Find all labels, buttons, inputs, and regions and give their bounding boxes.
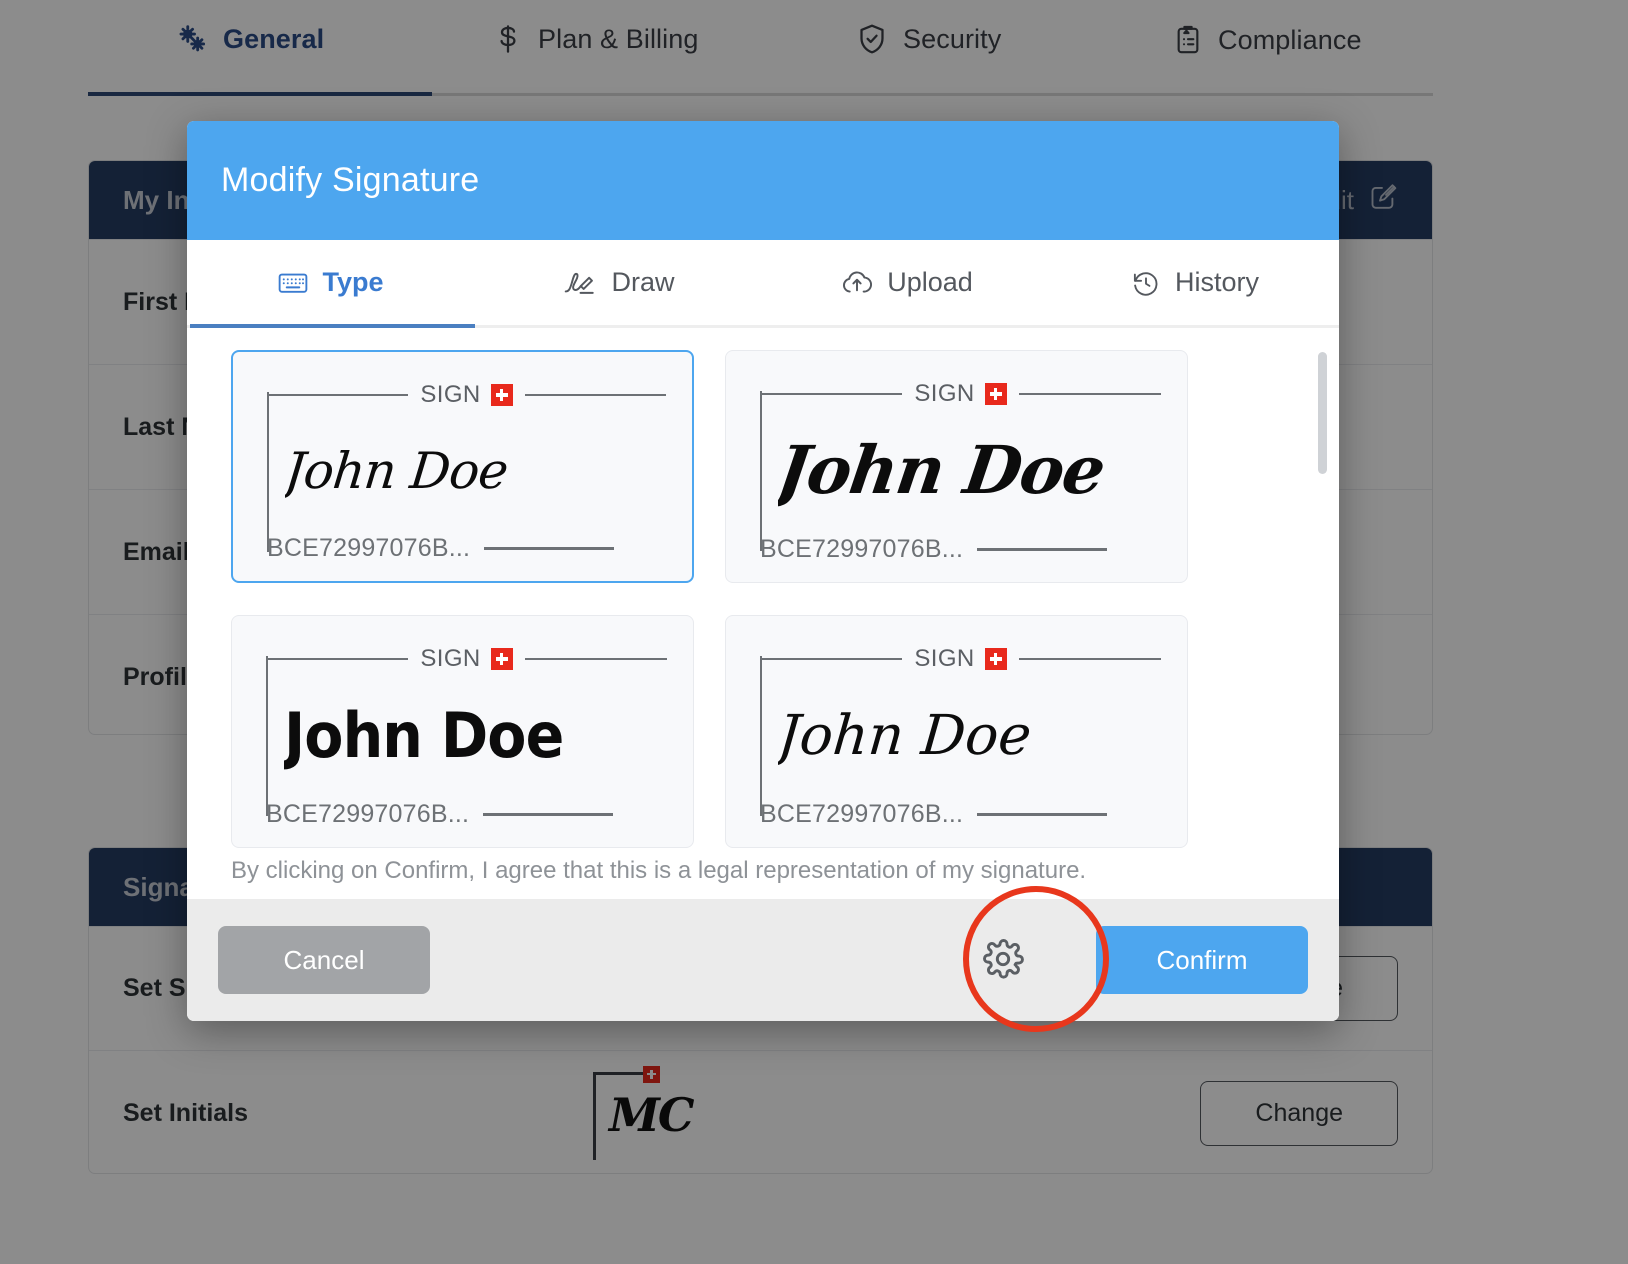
tab-general[interactable]: General [175,22,324,56]
tab-plan-billing[interactable]: Plan & Billing [492,22,699,56]
keyboard-icon [278,271,308,295]
signature-list-scrollbar[interactable] [1318,352,1327,899]
gear-icon [981,937,1025,984]
signature-text-2: John Doe [778,431,1109,509]
signature-option-2[interactable]: SIGN John Doe BCE72997076B... [725,350,1188,583]
set-initials-label: Set Initials [123,1099,593,1128]
signature-preview-1: John Doe [285,412,672,530]
app-root: General Plan & Billing [0,0,1628,1264]
clipboard-check-icon [1172,22,1204,58]
modal-header: Modify Signature [187,121,1339,240]
modal-footer: Cancel Confirm [187,899,1339,1021]
modal-body: SIGN John Doe BCE72997076B... [187,328,1339,899]
sign-header-3: SIGN [266,648,667,670]
sign-dash-right-4 [1019,658,1161,660]
settings-tabbar: General Plan & Billing [0,0,1628,96]
hash-dash-3 [483,813,613,816]
modal-tab-draw-label: Draw [611,267,674,298]
modal-tab-upload[interactable]: Upload [763,240,1051,325]
signature-hash-row-2: BCE72997076B... [760,535,1161,564]
hash-dash-1 [484,547,614,550]
sign-frame-left-4 [760,656,762,816]
signature-preview-2: John Doe [778,411,1167,529]
signature-option-4[interactable]: SIGN John Doe BCE72997076B... [725,615,1188,848]
clock-rewind-icon [1131,269,1161,297]
swiss-cross-icon [985,383,1007,405]
confirm-button[interactable]: Confirm [1096,926,1308,994]
sign-header-4: SIGN [760,648,1161,670]
swiss-cross-icon [491,648,513,670]
signature-option-3[interactable]: SIGN John Doe BCE72997076B... [231,615,694,848]
modal-tab-history-label: History [1175,267,1259,298]
signature-text-3: John Doe [284,699,563,772]
signature-preview-3: John Doe [284,676,673,794]
modal-tab-type[interactable]: Type [187,240,475,325]
sign-header-1: SIGN [267,384,666,406]
legal-disclaimer: By clicking on Confirm, I agree that thi… [231,857,1086,885]
modal-tab-history[interactable]: History [1051,240,1339,325]
initials-glyph: MC [609,1088,693,1142]
sign-frame-left-2 [760,391,762,551]
tab-security-label: Security [903,24,1001,55]
swiss-cross-icon [491,384,513,406]
pen-signature-icon [563,270,597,296]
sign-dash-right-3 [525,658,667,660]
gears-icon [175,22,209,56]
tabbar-active-indicator [88,92,432,96]
sign-dash-left-3 [266,658,408,660]
modal-tab-draw[interactable]: Draw [475,240,763,325]
sign-label-2: SIGN [902,380,984,408]
dollar-icon [492,22,524,56]
sign-header-2: SIGN [760,383,1161,405]
signature-options-grid: SIGN John Doe BCE72997076B... [231,350,1295,848]
sign-dash-left-4 [760,658,902,660]
tab-general-label: General [223,24,324,55]
hash-dash-4 [977,813,1107,816]
shield-check-icon [855,22,889,56]
signature-text-1: John Doe [285,442,510,500]
cloud-upload-icon [841,270,873,296]
signature-hash-4: BCE72997076B... [760,800,963,829]
sign-dash-left-2 [760,393,902,395]
signature-hash-row-4: BCE72997076B... [760,800,1161,829]
sign-dash-left-1 [267,394,408,396]
modal-tab-upload-label: Upload [887,267,973,298]
sign-label-1: SIGN [408,381,490,409]
modify-signature-modal: Modify Signature Type [187,121,1339,1021]
signature-text-4: John Doe [778,703,1034,767]
sign-frame-left-3 [266,656,268,816]
signature-option-1[interactable]: SIGN John Doe BCE72997076B... [231,350,694,583]
hash-dash-2 [977,548,1107,551]
tab-compliance[interactable]: Compliance [1172,22,1362,58]
modal-title: Modify Signature [221,161,479,200]
sign-label-3: SIGN [408,645,490,673]
change-initials-button[interactable]: Change [1200,1081,1398,1146]
swiss-cross-icon [643,1066,660,1083]
signature-hash-3: BCE72997076B... [266,800,469,829]
tab-security[interactable]: Security [855,22,1001,56]
tab-compliance-label: Compliance [1218,25,1362,56]
sign-frame-left-1 [267,392,269,552]
sign-dash-right-2 [1019,393,1161,395]
cancel-button[interactable]: Cancel [218,926,430,994]
signature-hash-row-3: BCE72997076B... [266,800,667,829]
signature-preview-4: John Doe [778,676,1167,794]
settings-gear-button[interactable] [970,927,1036,993]
pencil-square-icon [1368,182,1398,219]
swiss-cross-icon [985,648,1007,670]
tab-plan-billing-label: Plan & Billing [538,24,699,55]
signature-hash-1: BCE72997076B... [267,534,470,563]
signature-hash-2: BCE72997076B... [760,535,963,564]
initials-preview: MC [593,1066,743,1161]
row-set-initials: Set Initials MC Change [89,1050,1432,1174]
initials-frame-horizontal [593,1072,645,1075]
modal-tabs: Type Draw U [187,240,1339,328]
sign-label-4: SIGN [902,645,984,673]
signature-list-scrollbar-thumb[interactable] [1318,352,1327,474]
modal-tab-type-label: Type [322,267,383,298]
initials-frame-vertical [593,1072,596,1160]
sign-dash-right-1 [525,394,666,396]
signature-hash-row-1: BCE72997076B... [267,534,666,563]
